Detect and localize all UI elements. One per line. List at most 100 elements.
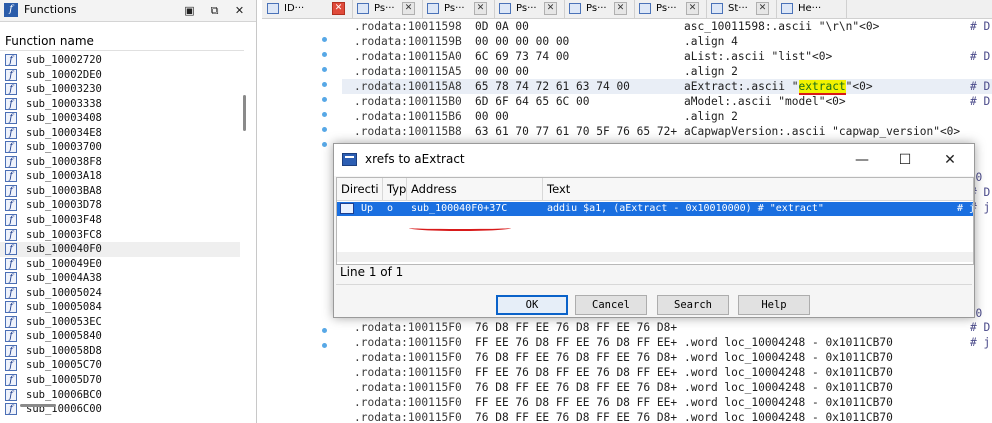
list-item[interactable]: f sub_10003BA8 — [0, 184, 240, 199]
function-name: sub_10003408 — [26, 112, 102, 125]
line-bytes: 76 D8 FF EE 76 D8 FF EE 76 D8+ — [475, 381, 678, 394]
vertical-scrollbar-thumb[interactable] — [243, 95, 246, 131]
tab-4[interactable]: Ps··· ✕ — [564, 0, 635, 18]
close-icon[interactable]: ✕ — [232, 3, 247, 18]
breakpoint-dot[interactable] — [322, 97, 327, 102]
line-bytes: FF EE 76 D8 FF EE 76 D8 FF EE+ — [475, 336, 678, 349]
help-button[interactable]: Help — [738, 295, 810, 315]
tab-close-icon[interactable]: ✕ — [402, 2, 415, 15]
list-item[interactable]: f sub_100038F8 — [0, 155, 240, 170]
list-item[interactable]: f sub_10002DE0 — [0, 68, 240, 83]
list-item[interactable]: f sub_10003230 — [0, 82, 240, 97]
list-item[interactable]: f sub_10005840 — [0, 329, 240, 344]
function-name: sub_100040F0 — [26, 243, 102, 256]
disassembly-line[interactable]: .rodata:100115F0 76 D8 FF EE 76 D8 FF EE … — [354, 320, 990, 335]
cancel-button[interactable]: Cancel — [575, 295, 647, 315]
list-item[interactable]: f sub_100049E0 — [0, 257, 240, 272]
line-address: .rodata:100115F0 — [354, 366, 462, 379]
tab-0[interactable]: ID··· ✕ — [262, 0, 353, 18]
breakpoint-dot[interactable] — [322, 112, 327, 117]
tab-2[interactable]: Ps··· ✕ — [422, 0, 495, 18]
list-item[interactable]: f sub_10006BC0 — [0, 388, 240, 403]
arrow-gutter — [262, 19, 342, 423]
tab-close-icon[interactable]: ✕ — [474, 2, 487, 15]
breakpoint-dot[interactable] — [322, 52, 327, 57]
list-item[interactable]: f sub_10003F48 — [0, 213, 240, 228]
column-header-text[interactable]: Text — [543, 178, 973, 200]
disassembly-line[interactable]: .rodata:100115B0 6D 6F 64 65 6C 00 aModel:… — [354, 94, 990, 109]
list-item[interactable]: f sub_10003D78 — [0, 198, 240, 213]
list-item[interactable]: f sub_10005D70 — [0, 373, 240, 388]
function-name: sub_10003230 — [26, 83, 102, 96]
line-code: .align 4 — [684, 35, 738, 48]
tab-5[interactable]: Ps··· ✕ — [634, 0, 707, 18]
tab-close-icon[interactable]: ✕ — [544, 2, 557, 15]
tab-1[interactable]: Ps··· ✕ — [352, 0, 423, 18]
breakpoint-dot[interactable] — [322, 37, 327, 42]
dialog-titlebar[interactable]: xrefs to aExtract — ☐ ✕ — [334, 144, 974, 176]
list-item[interactable]: f sub_10003FC8 — [0, 228, 240, 243]
tab-close-icon[interactable]: ✕ — [332, 2, 345, 15]
function-name-column-header[interactable]: Function name — [0, 31, 244, 51]
function-name: sub_10002720 — [26, 54, 102, 66]
list-item[interactable]: f sub_10003338 — [0, 97, 240, 112]
function-icon: f — [5, 257, 17, 270]
tab-7[interactable]: He··· — [776, 0, 847, 18]
disassembly-line[interactable]: .rodata:100115B6 00 00 .align 2 — [354, 109, 738, 124]
tab-3[interactable]: Ps··· ✕ — [494, 0, 565, 18]
breakpoint-dot[interactable] — [322, 82, 327, 87]
view-icon — [499, 3, 511, 14]
disassembly-line[interactable]: .rodata:100115A8 65 78 74 72 61 63 74 00 a… — [342, 79, 992, 95]
functions-pane: f Functions ▣ ⧉ ✕ Function name f sub_100… — [0, 0, 257, 423]
breakpoint-dot[interactable] — [322, 343, 327, 348]
minimize-icon[interactable]: — — [852, 150, 872, 170]
list-item[interactable]: f sub_10005024 — [0, 286, 240, 301]
list-item[interactable]: f sub_10003408 — [0, 111, 240, 126]
list-item[interactable]: f sub_10002720 — [0, 53, 240, 68]
function-icon: f — [5, 68, 17, 81]
list-item[interactable]: f sub_100058D8 — [0, 344, 240, 359]
line-address: .rodata:100115F0 — [354, 411, 462, 423]
disassembly-line[interactable]: .rodata:10011598 0D 0A 00 asc_10011598:.as… — [354, 19, 990, 34]
disassembly-line[interactable]: .rodata:100115F0 FF EE 76 D8 FF EE 76 D8 … — [354, 365, 893, 380]
disassembly-line[interactable]: .rodata:100115F0 76 D8 FF EE 76 D8 FF EE … — [354, 350, 893, 365]
breakpoint-dot[interactable] — [322, 328, 327, 333]
list-item[interactable]: f sub_10003A18 — [0, 169, 240, 184]
disassembly-line[interactable]: .rodata:100115F0 FF EE 76 D8 FF EE 76 D8 … — [354, 335, 990, 350]
tab-close-icon[interactable]: ✕ — [686, 2, 699, 15]
list-item[interactable]: f sub_10003700 — [0, 140, 240, 155]
search-button[interactable]: Search — [657, 295, 729, 315]
list-item[interactable]: f sub_10005084 — [0, 300, 240, 315]
list-item[interactable]: f sub_100034E8 — [0, 126, 240, 141]
list-item[interactable]: f sub_100053EC — [0, 315, 240, 330]
line-bytes: 6C 69 73 74 00 — [475, 50, 570, 63]
disassembly-line[interactable]: .rodata:100115A5 00 00 00 .align 2 — [354, 64, 738, 79]
disassembly-line[interactable]: .rodata:100115F0 76 D8 FF EE 76 D8 FF EE … — [354, 380, 893, 395]
list-item[interactable]: f sub_100040F0 — [0, 242, 240, 257]
list-item[interactable]: f sub_10004A38 — [0, 271, 240, 286]
breakpoint-dot[interactable] — [322, 142, 327, 147]
disassembly-line[interactable]: .rodata:1001159B 00 00 00 00 00 .align 4 — [354, 34, 738, 49]
horizontal-scrollbar-thumb[interactable] — [20, 404, 56, 407]
disassembly-line[interactable]: .rodata:100115F0 76 D8 FF EE 76 D8 FF EE … — [354, 410, 893, 423]
breakpoint-dot[interactable] — [322, 67, 327, 72]
tab-close-icon[interactable]: ✕ — [756, 2, 769, 15]
column-header-type[interactable]: Typ — [383, 178, 407, 200]
xrefs-table[interactable]: Directi Typ Address Text Up o sub_100040… — [336, 177, 975, 265]
close-icon[interactable]: ✕ — [940, 150, 960, 170]
list-item[interactable]: f sub_10005C70 — [0, 358, 240, 373]
maximize-icon[interactable]: ☐ — [895, 150, 915, 170]
disassembly-line[interactable]: .rodata:100115F0 FF EE 76 D8 FF EE 76 D8 … — [354, 395, 893, 410]
ok-button[interactable]: OK — [496, 295, 568, 315]
maximize-icon[interactable]: ▣ — [182, 3, 197, 18]
table-row[interactable]: Up o sub_100040F0+37C addiu $a1, (aExtra… — [337, 202, 975, 216]
column-header-address[interactable]: Address — [407, 178, 543, 200]
restore-icon[interactable]: ⧉ — [207, 3, 222, 18]
column-header-direction[interactable]: Directi — [337, 178, 383, 200]
disassembly-line[interactable]: .rodata:100115A0 6C 69 73 74 00 aList:.asc… — [354, 49, 990, 64]
tab-close-icon[interactable]: ✕ — [614, 2, 627, 15]
table-horizontal-scrollbar[interactable] — [337, 252, 973, 262]
tab-6[interactable]: St··· ✕ — [706, 0, 777, 18]
disassembly-line[interactable]: .rodata:100115B8 63 61 70 77 61 70 5F 76 … — [354, 124, 960, 139]
breakpoint-dot[interactable] — [322, 127, 327, 132]
